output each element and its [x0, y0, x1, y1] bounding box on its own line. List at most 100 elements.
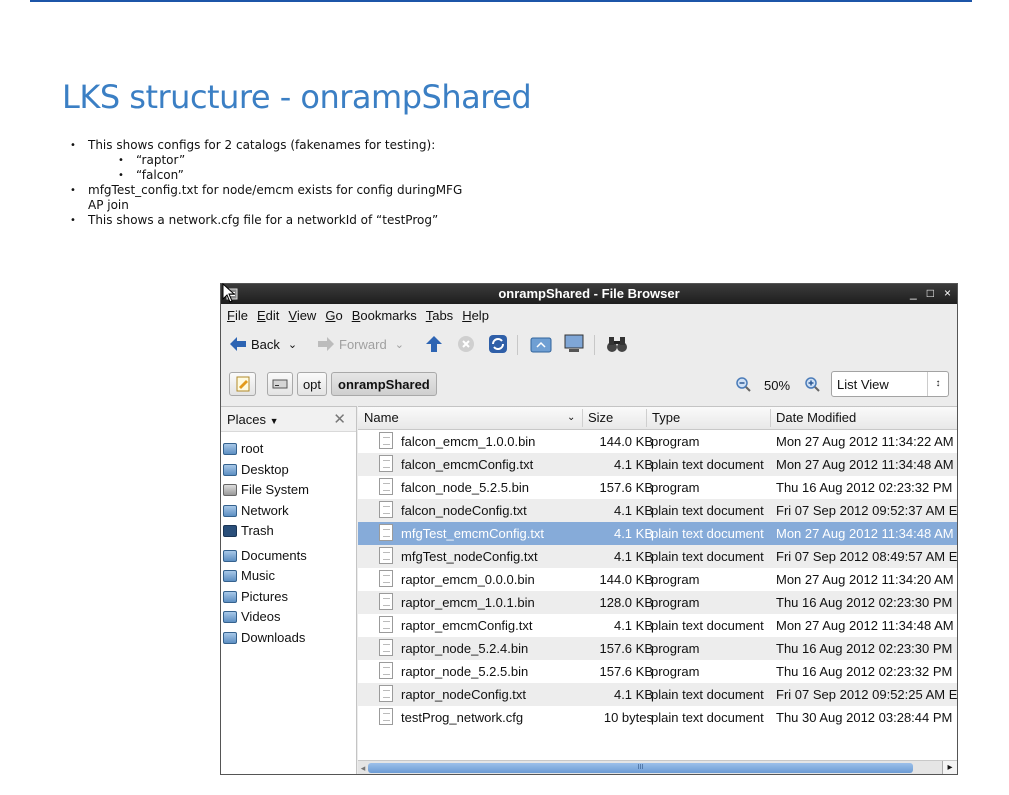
text-file-icon	[379, 639, 393, 656]
sidebar-item-videos[interactable]: Videos	[223, 607, 281, 626]
search-button[interactable]	[606, 333, 628, 355]
minimize-button[interactable]: _	[910, 286, 917, 300]
text-file-icon	[379, 478, 393, 495]
file-size: 4.1 KB	[613, 687, 653, 702]
column-date-header[interactable]: Date Modified	[776, 410, 856, 425]
scroll-right-icon[interactable]: ▸	[942, 761, 957, 774]
back-label: Back	[251, 336, 280, 352]
sidebar-item-downloads[interactable]: Downloads	[223, 628, 305, 647]
scroll-left-icon[interactable]: ◂	[358, 761, 368, 774]
forward-history-chevron[interactable]: ⌄	[395, 338, 404, 351]
file-row[interactable]: raptor_emcm_1.0.1.bin 128.0 KB program Thu …	[358, 591, 957, 614]
file-date: Thu 16 Aug 2012 02:23:32 PM I	[776, 664, 957, 679]
view-mode-select[interactable]: List View ↕	[831, 371, 949, 397]
window-titlebar[interactable]: onrampShared - File Browser _ □ ×	[221, 284, 957, 304]
text-file-icon	[379, 432, 393, 449]
file-row[interactable]: testProg_network.cfg 10 bytes plain text d…	[358, 706, 957, 729]
places-dropdown[interactable]: Places ▼	[227, 412, 279, 427]
path-opt-button[interactable]: opt	[297, 372, 327, 396]
file-type: plain text document	[651, 503, 764, 518]
zoom-in-icon[interactable]	[805, 377, 820, 392]
file-date: Mon 27 Aug 2012 11:34:20 AM	[776, 572, 954, 587]
column-type-header[interactable]: Type	[652, 410, 680, 425]
sidebar-item-desktop[interactable]: Desktop	[223, 460, 289, 479]
back-button[interactable]: Back ⌄	[229, 333, 297, 355]
file-row[interactable]: raptor_emcm_0.0.0.bin 144.0 KB program Mon …	[358, 568, 957, 591]
text-file-icon	[379, 685, 393, 702]
file-size: 4.1 KB	[613, 618, 653, 633]
scrollbar-thumb[interactable]: III	[368, 763, 913, 773]
close-window-button[interactable]: ×	[944, 286, 951, 300]
back-arrow-icon	[230, 337, 246, 351]
column-size-header[interactable]: Size	[588, 410, 613, 425]
column-separator[interactable]	[582, 409, 583, 427]
sidebar-item-pictures[interactable]: Pictures	[223, 587, 288, 606]
location-bar: opt onrampShared 50% List View ↕	[221, 367, 957, 401]
reload-button[interactable]	[488, 333, 508, 355]
back-history-chevron[interactable]: ⌄	[288, 338, 297, 351]
places-header: Places ▼ ✕	[221, 407, 356, 432]
menu-view[interactable]: View	[288, 305, 316, 327]
sidebar-item-file-system[interactable]: File System	[223, 480, 309, 499]
menu-file[interactable]: File	[227, 305, 248, 327]
menu-bookmarks[interactable]: Bookmarks	[352, 305, 417, 327]
horizontal-scrollbar[interactable]: ◂ III ▸	[358, 760, 957, 774]
file-row[interactable]: raptor_node_5.2.5.bin 157.6 KB program Thu …	[358, 660, 957, 683]
slide-bullets: This shows configs for 2 catalogs (faken…	[70, 138, 462, 228]
sidebar-item-label: Network	[241, 503, 289, 518]
folder-icon	[223, 610, 237, 623]
maximize-button[interactable]: □	[927, 286, 934, 300]
column-separator[interactable]	[770, 409, 771, 427]
sidebar-item-documents[interactable]: Documents	[223, 546, 307, 565]
forward-button[interactable]: Forward ⌄	[317, 333, 404, 355]
file-row[interactable]: falcon_nodeConfig.txt 4.1 KB plain text do…	[358, 499, 957, 522]
file-date: Thu 30 Aug 2012 03:28:44 PM I	[776, 710, 957, 725]
file-row[interactable]: falcon_emcmConfig.txt 4.1 KB plain text do…	[358, 453, 957, 476]
file-row[interactable]: raptor_emcmConfig.txt 4.1 KB plain text do…	[358, 614, 957, 637]
file-name: raptor_node_5.2.4.bin	[401, 641, 529, 656]
menu-edit[interactable]: Edit	[257, 305, 279, 327]
menu-bar: File Edit View Go Bookmarks Tabs Help	[221, 305, 957, 327]
zoom-level: 50%	[764, 378, 791, 393]
menu-tabs[interactable]: Tabs	[426, 305, 453, 327]
toolbar: Back ⌄ Forward ⌄	[221, 329, 957, 359]
menu-help[interactable]: Help	[462, 305, 489, 327]
file-size: 4.1 KB	[613, 549, 653, 564]
text-file-icon	[379, 708, 393, 725]
computer-button[interactable]	[563, 333, 585, 355]
chevron-down-icon: ▼	[269, 416, 279, 426]
file-name: raptor_nodeConfig.txt	[401, 687, 527, 702]
home-button[interactable]	[530, 333, 552, 355]
sidebar-item-root[interactable]: root	[223, 439, 263, 458]
path-root-button[interactable]	[267, 372, 293, 396]
column-headers: Name ⌄ Size Type Date Modified	[358, 407, 957, 430]
sidebar-item-music[interactable]: Music	[223, 566, 275, 585]
zoom-out-icon[interactable]	[736, 377, 751, 392]
column-name-header[interactable]: Name	[364, 410, 399, 425]
stop-button[interactable]	[457, 333, 475, 355]
file-row[interactable]: falcon_emcm_1.0.0.bin 144.0 KB program Mon …	[358, 430, 957, 453]
file-row[interactable]: falcon_node_5.2.5.bin 157.6 KB program Thu …	[358, 476, 957, 499]
menu-go[interactable]: Go	[325, 305, 342, 327]
stop-icon	[458, 336, 474, 352]
file-row[interactable]: mfgTest_emcmConfig.txt 4.1 KB plain text d…	[358, 522, 957, 545]
file-type: plain text document	[651, 687, 764, 702]
folder-icon	[223, 442, 237, 455]
close-icon[interactable]: ✕	[333, 410, 346, 428]
up-button[interactable]	[425, 333, 443, 355]
menu-edit-rest: dit	[265, 308, 280, 323]
file-row[interactable]: raptor_nodeConfig.txt 4.1 KB plain text do…	[358, 683, 957, 706]
file-type: program	[651, 572, 700, 587]
path-onrampshared-button[interactable]: onrampShared	[331, 372, 437, 396]
sidebar-item-network[interactable]: Network	[223, 501, 289, 520]
places-label: Places	[227, 412, 267, 427]
menu-go-rest: o	[335, 308, 343, 323]
sidebar-item-trash[interactable]: Trash	[223, 521, 274, 540]
column-separator[interactable]	[646, 409, 647, 427]
home-folder-icon	[530, 337, 552, 353]
file-row[interactable]: mfgTest_nodeConfig.txt 4.1 KB plain text d…	[358, 545, 957, 568]
edit-location-button[interactable]	[229, 372, 256, 396]
text-file-icon	[379, 501, 393, 518]
file-row[interactable]: raptor_node_5.2.4.bin 157.6 KB program Thu …	[358, 637, 957, 660]
file-date: Mon 27 Aug 2012 11:34:48 AM	[776, 457, 954, 472]
